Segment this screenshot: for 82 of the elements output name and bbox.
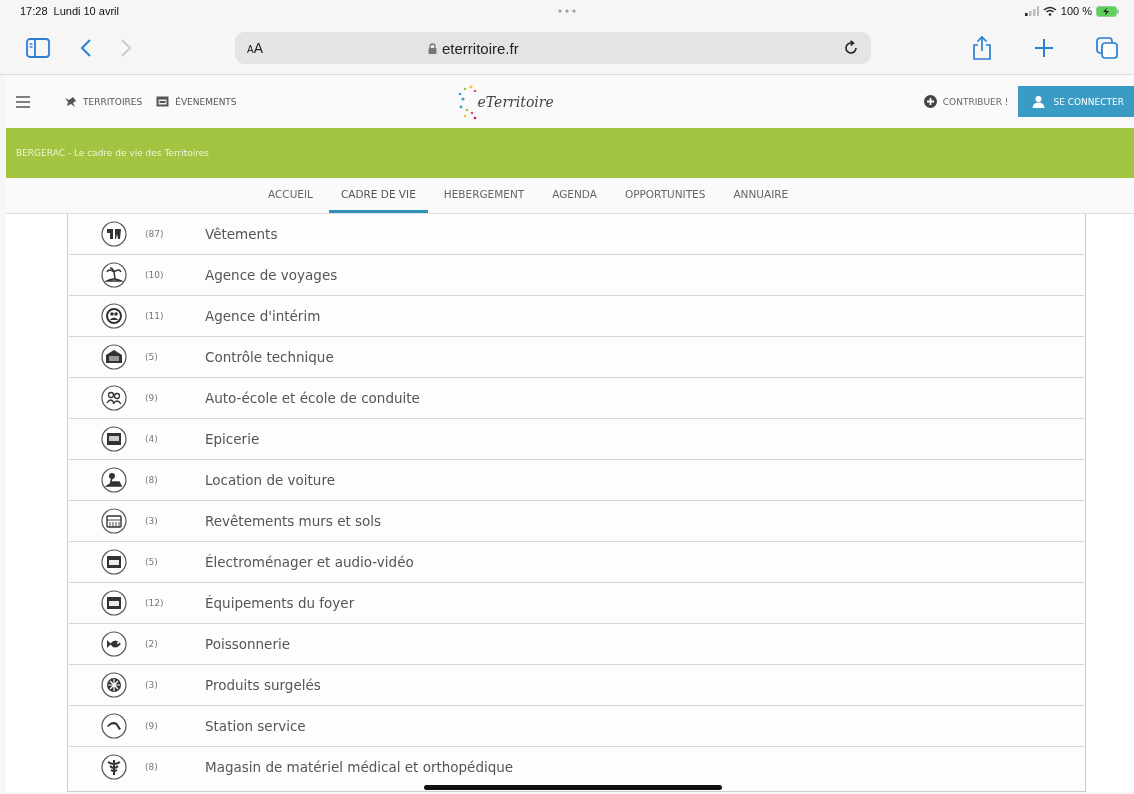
nav-link[interactable]: TERRITOIRES [64,96,143,107]
battery-icon [1096,5,1120,17]
fish-icon [101,631,127,657]
shop-icon [101,426,127,452]
wall-icon [101,508,127,534]
lock-icon [428,42,437,54]
category-count: (3) [145,680,159,690]
signal-icon [1024,6,1039,16]
category-name: Epicerie [205,431,260,447]
category-name: Vêtements [205,226,278,242]
banner-title: BERGERAC - Le cadre de vie des Territoires [16,148,209,158]
category-name: Agence de voyages [205,267,338,283]
category-row[interactable]: (5) Contrôle technique [69,337,1084,378]
more-icon[interactable] [558,9,576,13]
plus-icon[interactable] [1034,38,1054,58]
category-row[interactable]: (8) Location de voiture [69,460,1084,501]
category-count: (12) [145,598,165,608]
category-row[interactable]: (3) Produits surgelés [69,665,1084,706]
contribute-link[interactable]: CONTRIBUER ! [923,95,1009,108]
menu-icon[interactable] [16,95,30,108]
category-name: Revêtements murs et sols [205,513,382,529]
category-name: Station service [205,718,306,734]
category-row[interactable]: (12) Équipements du foyer [69,583,1084,624]
category-name: Contrôle technique [205,349,334,365]
nav-link[interactable]: ÉVENEMENTS [156,96,237,107]
share-icon[interactable] [972,36,992,60]
tabs-icon[interactable] [1096,37,1118,59]
category-row[interactable]: (5) Électroménager et audio-vidéo [69,542,1084,583]
back-icon[interactable] [80,38,92,58]
category-name: Location de voiture [205,472,335,488]
nav-tab[interactable]: AGENDA [540,178,609,213]
category-count: (9) [145,393,159,403]
plus-circle-icon [923,95,937,108]
reload-icon[interactable] [843,40,859,56]
clothes-icon [101,221,127,247]
status-time: 17:28 [20,5,48,17]
oven-icon [101,590,127,616]
category-row[interactable]: (9) Station service [69,706,1084,747]
category-count: (8) [145,475,159,485]
category-count: (9) [145,721,159,731]
nav-tab[interactable]: HEBERGEMENT [431,178,537,213]
category-row[interactable]: (4) Epicerie [69,419,1084,460]
calendar-icon [156,96,170,107]
category-row[interactable]: (11) Agence d'intérim [69,296,1084,337]
category-count: (4) [145,434,159,444]
category-count: (11) [145,311,165,321]
nav-tab[interactable]: OPPORTUNITES [612,178,718,213]
category-count: (5) [145,557,159,567]
wifi-icon [1042,6,1057,16]
address-bar[interactable]: AA eterritoire.fr [235,32,871,64]
category-name: Agence d'intérim [205,308,321,324]
text-size-button[interactable]: AA [247,40,263,56]
category-name: Produits surgelés [205,677,321,693]
sidebar-icon[interactable] [26,38,50,58]
category-name: Auto-école et école de conduite [205,390,420,406]
category-row[interactable]: (8) Magasin de matériel médical et orthopédique [69,747,1084,787]
palm-tree-icon [101,262,127,288]
category-count: (10) [145,270,165,280]
category-row[interactable]: (2) Poissonnerie [69,624,1084,665]
category-name: Électroménager et audio-vidéo [205,554,414,570]
category-name: Équipements du foyer [205,595,355,611]
category-count: (2) [145,639,159,649]
battery-percent: 100 % [1060,5,1092,17]
status-date: Lundi 10 avril [53,5,119,17]
nav-tab[interactable]: ACCUEIL [256,178,325,213]
snowflake-icon [101,672,127,698]
user-icon [1032,95,1046,108]
category-name: Magasin de matériel médical et orthopédique [205,759,514,775]
nav-tab[interactable]: ANNUAIRE [721,178,801,213]
category-count: (87) [145,229,165,239]
url-text: eterritoire.fr [442,39,519,57]
category-count: (8) [145,762,159,772]
category-row[interactable]: (3) Revêtements murs et sols [69,501,1084,542]
category-name: Poissonnerie [205,636,291,652]
category-row[interactable]: (87) Vêtements [69,214,1084,255]
garage-icon [101,344,127,370]
category-count: (5) [145,352,159,362]
category-row[interactable]: (10) Agence de voyages [69,255,1084,296]
logo-text[interactable]: eTerritoire [477,93,554,110]
oven-icon [101,549,127,575]
category-row[interactable]: (9) Auto-école et école de conduite [69,378,1084,419]
category-count: (3) [145,516,159,526]
